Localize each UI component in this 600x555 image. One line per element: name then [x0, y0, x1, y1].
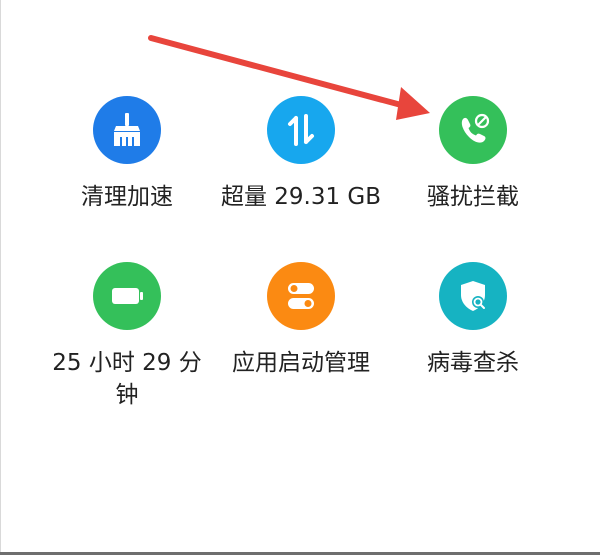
tile-label-data-usage: 超量 29.31 GB — [220, 184, 382, 210]
tile-label-call-block: 骚扰拦截 — [427, 184, 519, 210]
toggle-switch-icon — [267, 262, 335, 330]
tile-label-battery: 25 小时 29 分钟 — [52, 350, 202, 408]
tile-virus-scan[interactable]: 病毒查杀 — [383, 262, 563, 379]
tile-call-block[interactable]: 骚扰拦截 — [383, 96, 563, 213]
broom-icon — [93, 96, 161, 164]
data-transfer-icon — [267, 96, 335, 164]
shield-search-icon — [439, 262, 507, 330]
call-block-icon — [439, 96, 507, 164]
tile-battery[interactable]: 25 小时 29 分钟 — [37, 262, 217, 411]
tile-clean-speed[interactable]: 清理加速 — [37, 96, 217, 213]
left-edge-divider — [0, 0, 1, 555]
tile-label-app-launch: 应用启动管理 — [232, 350, 370, 376]
tile-label-virus-scan: 病毒查杀 — [427, 350, 519, 376]
battery-icon — [93, 262, 161, 330]
tile-label-clean-speed: 清理加速 — [81, 184, 173, 210]
security-center-screen: 清理加速 超量 29.31 GB 骚扰拦截 25 小时 29 分钟 应用启动管理… — [0, 0, 600, 555]
tile-app-launch[interactable]: 应用启动管理 — [211, 262, 391, 379]
tile-data-usage[interactable]: 超量 29.31 GB — [211, 96, 391, 213]
